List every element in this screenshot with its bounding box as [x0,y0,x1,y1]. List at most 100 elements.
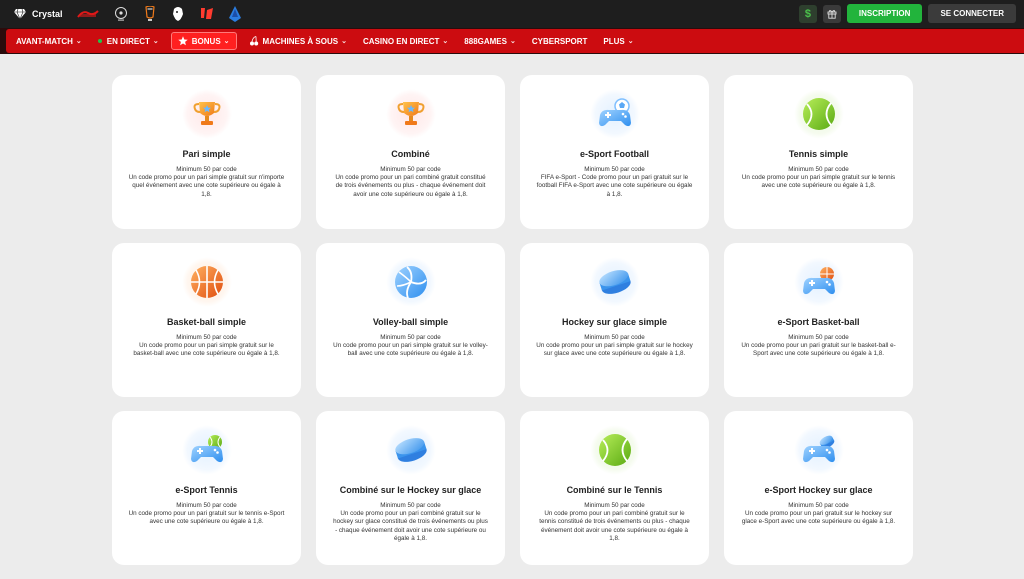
basketball-icon [190,266,223,298]
icon-halo [181,89,232,139]
star-ball-icon [114,7,127,21]
club-logo-icon [76,10,99,18]
signup-button[interactable]: INSCRIPTION [846,4,923,23]
main-nav: AVANT-MATCH ⌄ EN DIRECT ⌄ BONUS ⌄ MACHIN… [0,28,1024,54]
bonus-grid: Pari simple Minimum 50 par code Un code … [112,75,913,565]
icon-halo [793,257,844,307]
nav-item-more[interactable]: PLUS ⌄ [603,37,633,46]
bonus-card[interactable]: Hockey sur glace simple Minimum 50 par c… [520,243,709,397]
bonus-card[interactable]: e-Sport Basket-ball Minimum 50 par code … [724,243,913,397]
bonus-card[interactable]: Pari simple Minimum 50 par code Un code … [112,75,301,229]
icon-halo [385,89,436,139]
nav-item-live[interactable]: EN DIRECT ⌄ [97,36,159,46]
card-description: Un code promo pour un pari simple gratui… [133,342,280,358]
card-minimum: Minimum 50 par code [176,166,237,173]
chevron-down-icon: ⌄ [627,38,634,45]
icon-halo [181,257,232,307]
crystal-palace-logo[interactable]: Crystal [14,9,63,19]
card-title: Combiné sur le Tennis [566,485,663,495]
card-description: Un code promo pour un pari simple gratui… [741,174,896,190]
bonus-card[interactable]: Combiné sur le Tennis Minimum 50 par cod… [520,411,709,565]
card-description: Un code promo pour un pari gratuit sur l… [128,510,285,526]
card-title: Combiné sur le Hockey sur glace [339,485,482,495]
card-minimum: Minimum 50 par code [788,166,849,173]
card-title: e-Sport Basket-ball [777,317,860,327]
login-button[interactable]: SE CONNECTER [928,4,1016,23]
chevron-down-icon: ⌄ [75,38,82,45]
bonus-card[interactable]: e-Sport Hockey sur glace Minimum 50 par … [724,411,913,565]
nav-item-prematch[interactable]: AVANT-MATCH ⌄ [16,37,82,46]
bonus-card[interactable]: Volley-ball simple Minimum 50 par code U… [316,243,505,397]
serie-a-icon [228,6,241,22]
chevron-down-icon: ⌄ [341,38,347,45]
nav-item-slots[interactable]: MACHINES À SOUS ⌄ [249,36,347,46]
nav-item-bonus[interactable]: BONUS ⌄ [170,32,237,50]
card-minimum: Minimum 50 par code [380,502,441,509]
live-dot-icon [97,39,102,43]
icon-halo [385,257,436,307]
chevron-down-icon: ⌄ [509,38,516,45]
card-description: FIFA e-Sport - Code promo pour un pari g… [536,174,693,198]
nav-strip: AVANT-MATCH ⌄ EN DIRECT ⌄ BONUS ⌄ MACHIN… [6,29,1024,53]
tennis-ball-icon [802,98,835,130]
card-title: e-Sport Hockey sur glace [764,485,873,495]
icon-halo [589,425,640,475]
gift-button[interactable] [822,4,841,23]
nav-item-label: CYBERSPORT [531,36,588,46]
card-title: Hockey sur glace simple [561,317,668,327]
card-minimum: Minimum 50 par code [584,334,645,341]
card-description: Un code promo pour un pari gratuit sur l… [741,342,896,358]
bonus-card[interactable]: Combiné Minimum 50 par code Un code prom… [316,75,505,229]
card-minimum: Minimum 50 par code [584,166,645,173]
icon-halo [181,425,232,475]
nav-item-888games[interactable]: 888GAMES ⌄ [464,37,516,46]
nav-item-label: 888GAMES [464,36,507,46]
nav-item-label: MACHINES À SOUS [262,36,339,46]
top-bar: Crystal $ INSCRIPTION SE CONNECTER [0,0,1024,28]
crystal-label: Crystal [32,9,63,19]
bonus-card[interactable]: Tennis simple Minimum 50 par code Un cod… [724,75,913,229]
gamepad-football-icon [598,98,631,127]
nav-item-cybersport[interactable]: CYBERSPORT [532,37,588,46]
card-minimum: Minimum 50 par code [380,334,441,341]
bonus-card[interactable]: Basket-ball simple Minimum 50 par code U… [112,243,301,397]
card-description: Un code promo pour un pari simple gratui… [536,342,693,358]
gamepad-tennis-icon [190,435,223,463]
bonus-card[interactable]: e-Sport Football Minimum 50 par code FIF… [520,75,709,229]
card-minimum: Minimum 50 par code [176,334,237,341]
trophy-cup-icon [144,6,155,21]
europa-league-logo[interactable] [143,6,157,22]
gift-icon [827,9,837,19]
red-club-logo[interactable] [76,9,99,19]
serie-a-logo[interactable] [228,6,241,22]
cherry-icon [249,36,258,46]
card-description: Un code promo pour un pari combiné gratu… [333,510,488,542]
dollar-icon: $ [804,7,811,20]
nav-item-label: EN DIRECT [106,36,150,46]
champions-league-logo[interactable] [113,6,129,22]
lion-icon [172,7,183,21]
card-minimum: Minimum 50 par code [788,334,849,341]
chevron-down-icon: ⌄ [442,38,449,45]
card-minimum: Minimum 50 par code [584,502,645,509]
card-description: Un code promo pour un pari simple gratui… [333,342,488,358]
card-title: e-Sport Tennis [175,485,238,495]
icon-halo [589,89,640,139]
hockey-puck-icon [598,270,631,294]
card-description: Un code promo pour un pari combiné gratu… [539,510,690,542]
bonus-card[interactable]: Combiné sur le Hockey sur glace Minimum … [316,411,505,565]
card-title: e-Sport Football [580,149,649,159]
nav-item-label: BONUS [191,36,221,46]
nav-item-live-casino[interactable]: CASINO EN DIRECT ⌄ [363,37,448,46]
chevron-down-icon: ⌄ [152,38,159,45]
hockey-puck-icon [394,438,427,462]
icon-halo [589,257,640,307]
nav-item-label: AVANT-MATCH [16,36,73,46]
trophy-icon [193,102,220,125]
gamepad-hockey-icon [802,435,835,463]
deposit-button[interactable]: $ [798,4,817,23]
card-description: Un code promo pour un pari simple gratui… [128,174,285,198]
laliga-logo[interactable] [199,6,215,22]
premier-league-logo[interactable] [171,6,185,22]
bonus-card[interactable]: e-Sport Tennis Minimum 50 par code Un co… [112,411,301,565]
